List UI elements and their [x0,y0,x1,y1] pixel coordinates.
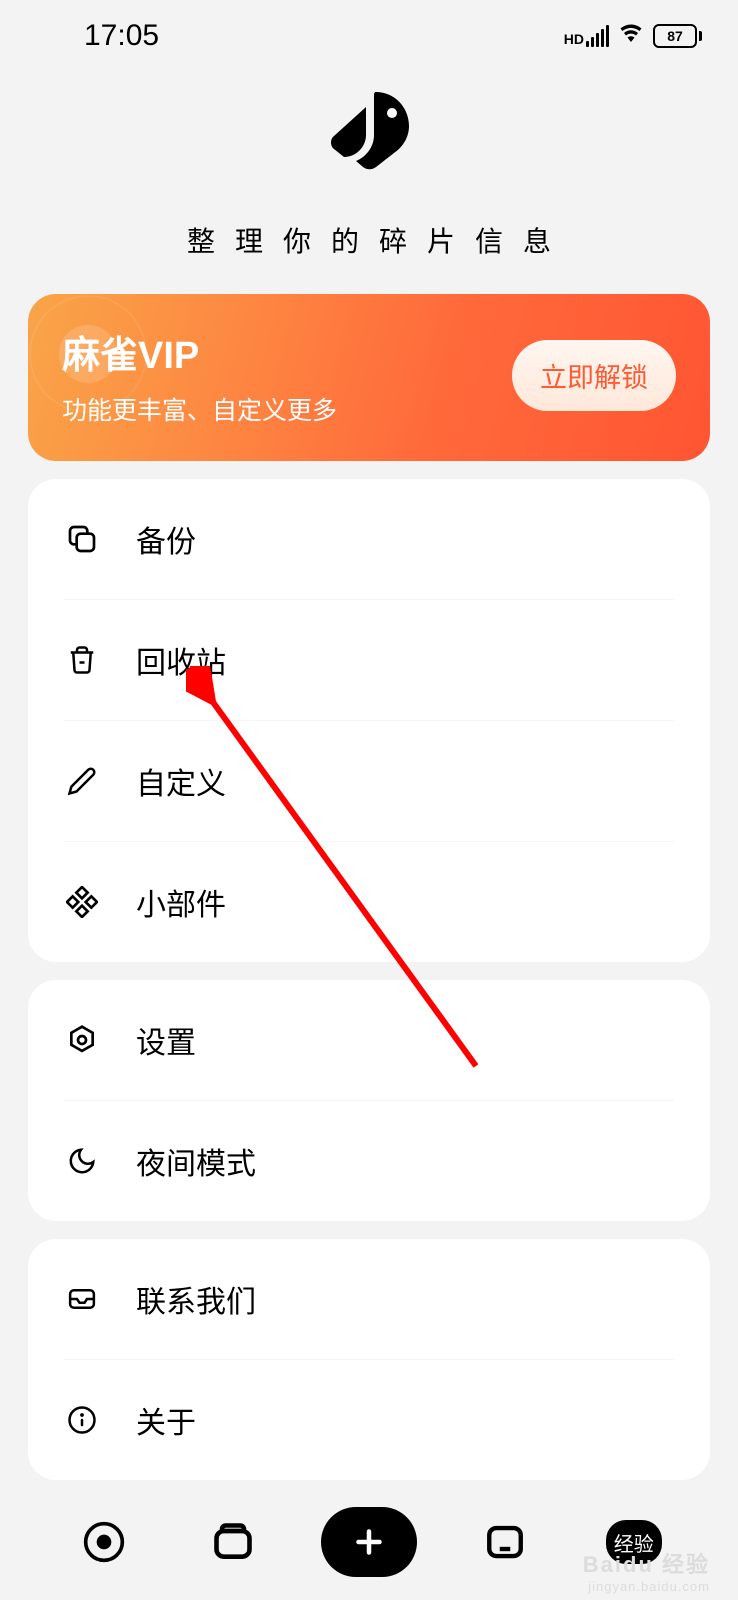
menu-item-widgets[interactable]: 小部件 [64,842,674,962]
info-icon [64,1402,100,1438]
menu-item-night-mode[interactable]: 夜间模式 [64,1101,674,1221]
menu-group-1: 备份 回收站 自定义 小部件 [28,479,710,962]
inbox-icon [64,1281,100,1317]
app-logo-icon [324,89,414,180]
nav-experience-button[interactable]: 经验 [594,1502,674,1582]
pencil-icon [64,763,100,799]
menu-item-about[interactable]: 关于 [64,1360,674,1480]
nav-add-button[interactable] [321,1507,417,1577]
menu-label: 小部件 [136,880,226,924]
menu-group-2: 设置 夜间模式 [28,980,710,1221]
moon-icon [64,1143,100,1179]
menu-label: 回收站 [136,638,226,682]
status-indicators: HD 87 [564,21,702,50]
menu-item-backup[interactable]: 备份 [64,479,674,600]
settings-icon [64,1022,100,1058]
menu-label: 夜间模式 [136,1139,256,1183]
nav-record-button[interactable] [64,1502,144,1582]
nav-folder-button[interactable] [465,1502,545,1582]
menu-label: 联系我们 [136,1277,256,1321]
copy-icon [64,521,100,557]
menu-label: 设置 [136,1018,196,1062]
hd-signal-icon: HD [564,25,609,47]
menu-label: 关于 [136,1398,196,1442]
vip-title: 麻雀VIP [62,324,337,379]
status-time: 17:05 [84,19,159,53]
menu-label: 自定义 [136,759,226,803]
vip-unlock-button[interactable]: 立即解锁 [512,340,676,411]
nav-card-button[interactable] [193,1502,273,1582]
app-header: 整理你的碎片信息 [0,55,738,260]
widgets-icon [64,884,100,920]
menu-item-customize[interactable]: 自定义 [64,721,674,842]
trash-icon [64,642,100,678]
bottom-navigation: 经验 [0,1502,738,1582]
menu-label: 备份 [136,517,196,561]
menu-group-3: 联系我们 关于 [28,1239,710,1480]
status-bar: 17:05 HD 87 [0,0,738,55]
vip-promo-card[interactable]: 麻雀VIP 功能更丰富、自定义更多 立即解锁 [28,294,710,461]
menu-item-settings[interactable]: 设置 [64,980,674,1101]
vip-subtitle: 功能更丰富、自定义更多 [62,391,337,427]
menu-item-contact[interactable]: 联系我们 [64,1239,674,1360]
menu-item-recycle[interactable]: 回收站 [64,600,674,721]
wifi-icon [619,21,643,50]
app-tagline: 整理你的碎片信息 [0,220,738,260]
battery-indicator: 87 [653,24,702,48]
